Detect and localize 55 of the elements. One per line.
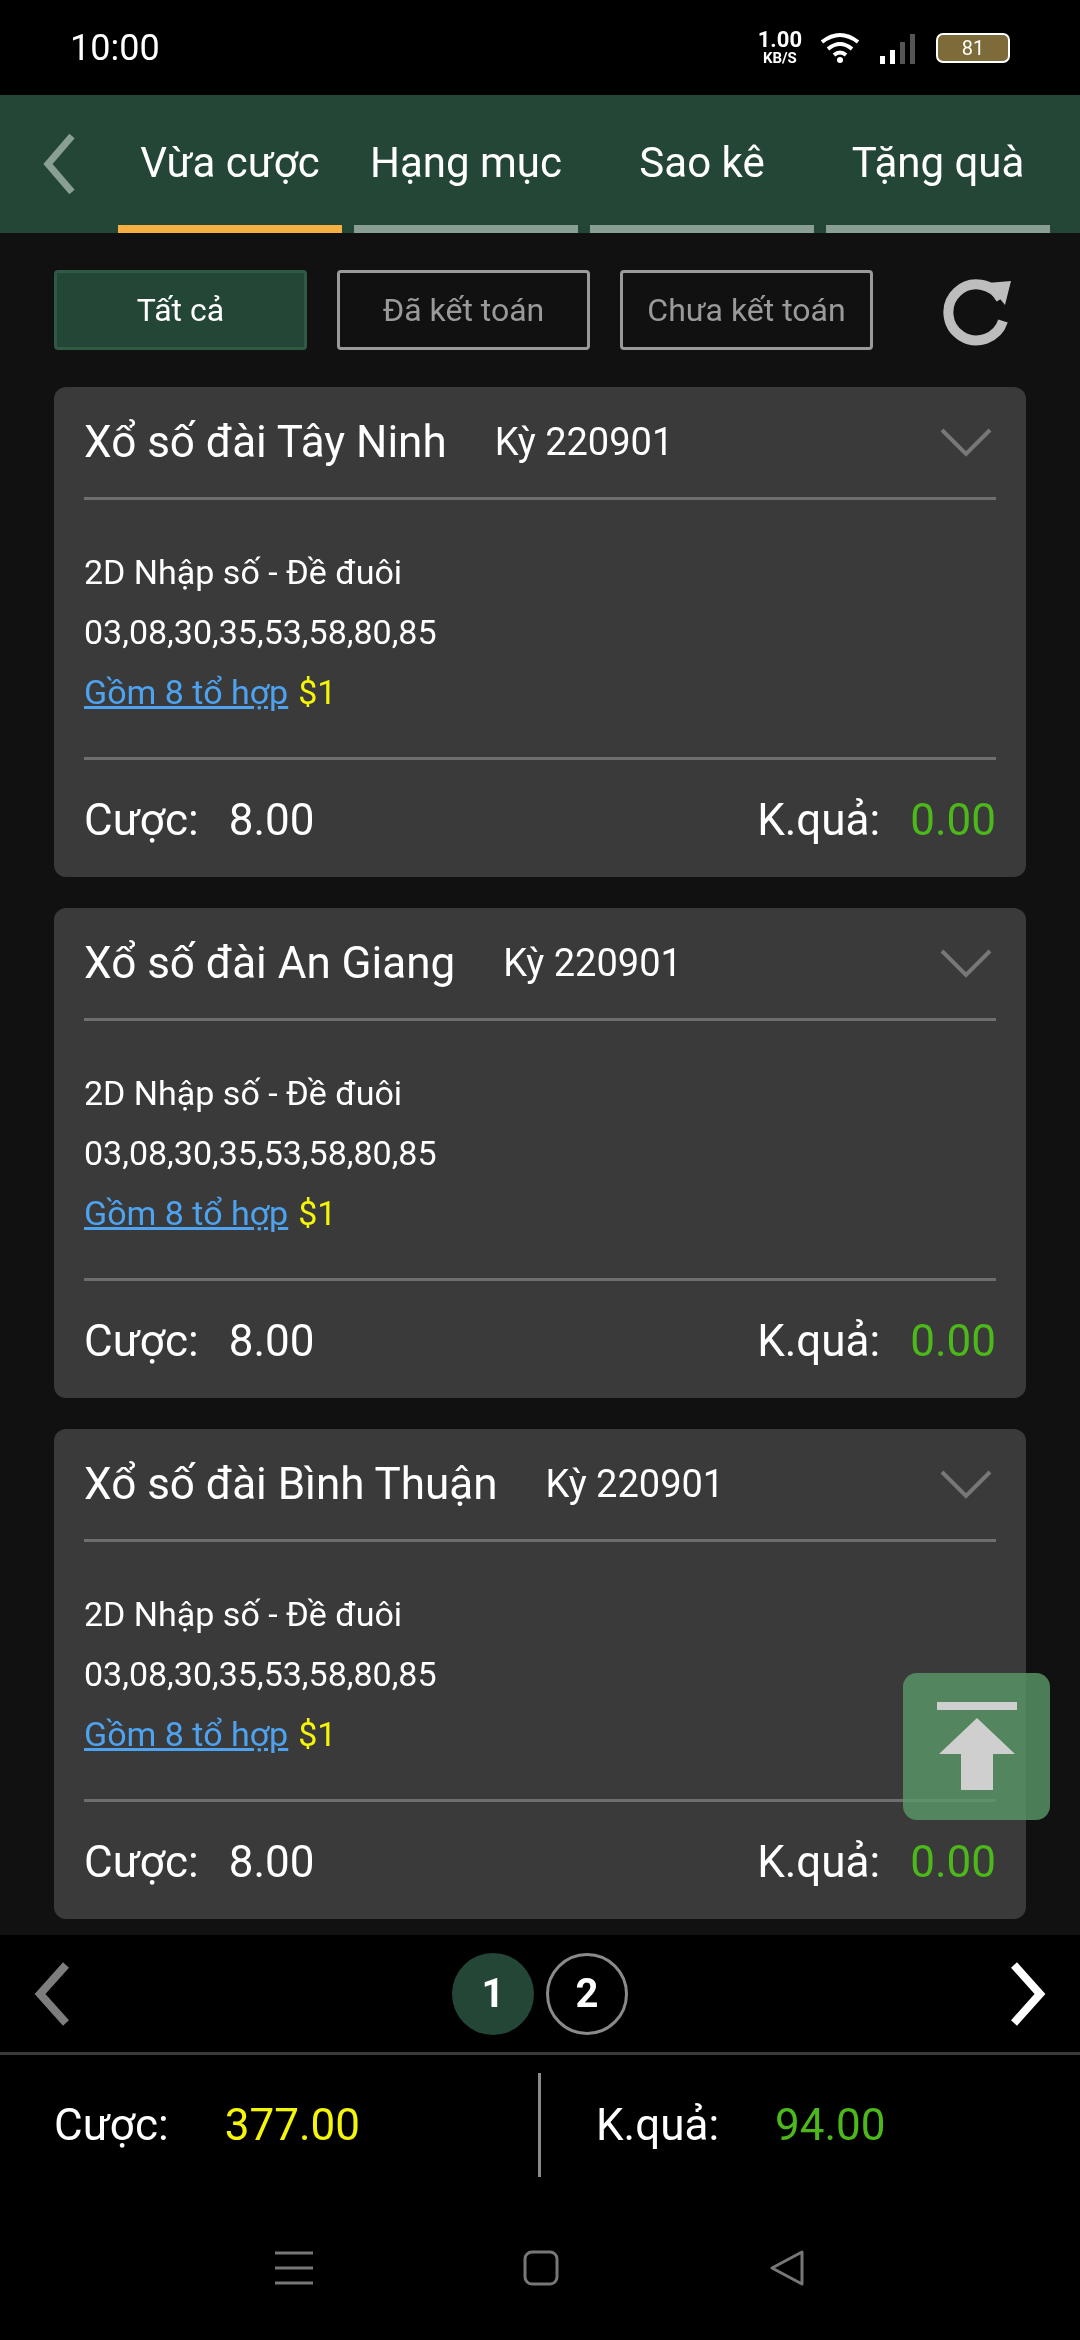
total-result-amount: 94.00 <box>775 2098 886 2153</box>
lottery-title: Xổ số đài Bình Thuận <box>84 1457 498 1512</box>
bet-numbers: 03,08,30,35,53,58,80,85 <box>84 1653 437 1696</box>
status-time: 10:00 <box>70 25 160 71</box>
battery-indicator: 81 <box>936 32 1010 63</box>
period-label: Kỳ 220901 <box>503 939 682 987</box>
total-bet-label: Cược: <box>54 2098 169 2153</box>
unit-amount: $1 <box>298 1713 337 1756</box>
back-triangle-icon[interactable] <box>769 2249 805 2286</box>
chevron-down-icon <box>939 948 993 978</box>
back-icon <box>42 133 76 195</box>
total-bet-amount: 377.00 <box>224 2098 360 2153</box>
total-result-label: K.quả: <box>596 2098 720 2153</box>
filter-button[interactable]: Đã kết toán <box>337 270 590 350</box>
net-speed: 1.00 KB/S <box>757 29 802 66</box>
page-button[interactable]: 2 <box>546 1952 628 2035</box>
result-amount: 0.00 <box>910 1835 996 1890</box>
bet-numbers: 03,08,30,35,53,58,80,85 <box>84 1132 437 1175</box>
bet-type: 2D Nhập số - Đề đuôi <box>84 1072 403 1115</box>
scroll-to-top-button[interactable] <box>903 1673 1050 1820</box>
signal-icon <box>878 31 918 64</box>
menu-icon[interactable] <box>275 2249 313 2286</box>
chevron-right-icon <box>1008 1960 1048 2027</box>
chevron-left-icon <box>32 1960 72 2027</box>
bet-numbers: 03,08,30,35,53,58,80,85 <box>84 611 437 654</box>
filter-button[interactable]: Tất cả <box>54 270 307 350</box>
result-amount: 0.00 <box>910 1314 996 1369</box>
lottery-title: Xổ số đài An Giang <box>84 936 456 991</box>
result-label: K.quả: <box>757 793 881 848</box>
bet-type: 2D Nhập số - Đề đuôi <box>84 1593 403 1636</box>
wifi-icon <box>820 31 860 64</box>
period-label: Kỳ 220901 <box>494 418 674 466</box>
bet-type: 2D Nhập số - Đề đuôi <box>84 551 403 594</box>
combination-link[interactable]: Gồm 8 tổ hợp <box>84 1704 289 1764</box>
chevron-down-icon <box>939 1469 993 1499</box>
page-button[interactable]: 1 <box>452 1952 534 2035</box>
unit-amount: $1 <box>298 1192 337 1235</box>
result-label: K.quả: <box>757 1835 881 1890</box>
unit-amount: $1 <box>298 671 337 714</box>
bet-label: Cược: <box>84 1314 199 1369</box>
bet-label: Cược: <box>84 793 199 848</box>
filter-button[interactable]: Chưa kết toán <box>620 270 873 350</box>
chevron-down-icon <box>939 427 993 457</box>
bet-amount: 8.00 <box>228 1835 315 1890</box>
home-square-icon[interactable] <box>523 2249 559 2286</box>
bet-label: Cược: <box>84 1835 199 1890</box>
arrow-up-to-top-icon <box>936 1701 1017 1792</box>
combination-link[interactable]: Gồm 8 tổ hợp <box>84 662 289 722</box>
bet-amount: 8.00 <box>228 1314 315 1369</box>
lottery-title: Xổ số đài Tây Ninh <box>84 415 447 470</box>
combination-link[interactable]: Gồm 8 tổ hợp <box>84 1183 289 1243</box>
result-label: K.quả: <box>757 1314 881 1369</box>
bet-amount: 8.00 <box>228 793 315 848</box>
result-amount: 0.00 <box>910 793 996 848</box>
period-label: Kỳ 220901 <box>545 1460 725 1508</box>
